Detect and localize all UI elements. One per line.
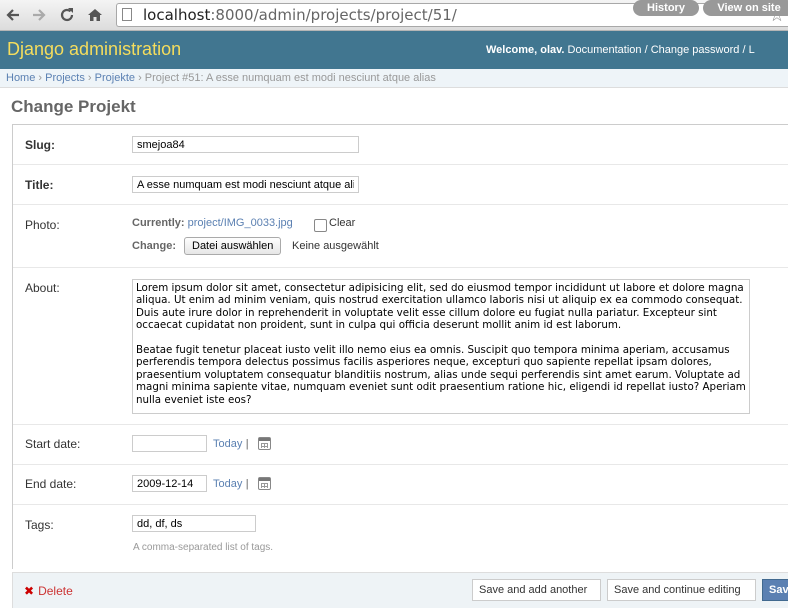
- slug-input[interactable]: [132, 136, 359, 153]
- delete-link[interactable]: ✖ Delete: [24, 584, 73, 598]
- about-textarea[interactable]: Lorem ipsum dolor sit amet, consectetur …: [132, 279, 750, 414]
- breadcrumb: Home › Projects › Projekte › Project #51…: [0, 69, 788, 88]
- breadcrumb-separator: ›: [35, 72, 46, 84]
- tags-input[interactable]: [132, 515, 256, 532]
- history-button[interactable]: History: [633, 0, 699, 16]
- breadcrumb-separator: ›: [135, 72, 145, 84]
- change-label: Change:: [132, 240, 176, 252]
- shortcut-separator: |: [245, 438, 249, 450]
- breadcrumb-projekte[interactable]: Projekte: [95, 72, 135, 84]
- form-row-about: About: Lorem ipsum dolor sit amet, conse…: [13, 268, 788, 425]
- end-date-shortcuts: Today |: [213, 476, 249, 490]
- form-row-title: Title:: [13, 165, 788, 205]
- documentation-link[interactable]: Documentation: [568, 44, 642, 56]
- user-tools: Welcome, olav. Documentation / Change pa…: [486, 44, 755, 56]
- about-label: About:: [25, 281, 60, 295]
- page-title: Change Projekt: [11, 97, 136, 116]
- welcome-text: Welcome,: [486, 44, 541, 56]
- end-date-today-link[interactable]: Today: [213, 478, 242, 490]
- current-photo-link[interactable]: project/IMG_0033.jpg: [188, 217, 293, 229]
- photo-label: Photo:: [25, 218, 60, 232]
- separator: /: [641, 44, 651, 56]
- breadcrumb-separator: ›: [84, 72, 95, 84]
- start-date-today-link[interactable]: Today: [213, 438, 242, 450]
- admin-header: Django administration Welcome, olav. Doc…: [0, 31, 788, 69]
- breadcrumb-current: Project #51: A esse numquam est modi nes…: [144, 72, 436, 84]
- slug-label: Slug:: [25, 138, 55, 152]
- no-file-text: Keine ausgewählt: [292, 240, 379, 252]
- start-date-input[interactable]: [132, 435, 207, 452]
- start-date-shortcuts: Today |: [213, 436, 249, 450]
- save-button[interactable]: Save: [762, 579, 788, 601]
- username: olav.: [540, 44, 565, 56]
- delete-label: Delete: [38, 584, 73, 598]
- form-row-tags: Tags: A comma-separated list of tags.: [13, 505, 788, 568]
- choose-file-button[interactable]: Datei auswählen: [184, 237, 282, 255]
- separator: /: [739, 44, 749, 56]
- page-icon: [122, 8, 132, 21]
- form-row-start-date: Start date: Today |: [13, 425, 788, 465]
- reload-icon[interactable]: [56, 4, 78, 26]
- view-on-site-button[interactable]: View on site: [703, 0, 788, 16]
- home-icon[interactable]: [84, 4, 106, 26]
- start-date-label: Start date:: [25, 437, 81, 451]
- shortcut-separator: |: [245, 478, 249, 490]
- log-out-link[interactable]: L: [749, 44, 755, 56]
- breadcrumb-projects[interactable]: Projects: [45, 72, 85, 84]
- title-input[interactable]: [132, 176, 359, 193]
- url-text: localhost:8000/admin/projects/project/51…: [143, 5, 457, 25]
- save-and-add-another-button[interactable]: Save and add another: [472, 579, 601, 601]
- end-date-calendar-icon[interactable]: [258, 477, 271, 490]
- clear-checkbox[interactable]: [314, 219, 327, 232]
- delete-x-icon: ✖: [24, 584, 35, 598]
- form-row-end-date: End date: Today |: [13, 465, 788, 505]
- photo-current: Currently: project/IMG_0033.jpg: [132, 217, 293, 229]
- url-host: localhost: [143, 6, 211, 24]
- currently-label: Currently:: [132, 217, 185, 229]
- save-and-continue-button[interactable]: Save and continue editing: [607, 579, 756, 601]
- tags-help-text: A comma-separated list of tags.: [133, 542, 274, 553]
- url-path: :8000/admin/projects/project/51/: [210, 6, 457, 24]
- form-row-photo: Photo: Currently: project/IMG_0033.jpg C…: [13, 205, 788, 268]
- forward-arrow-icon[interactable]: [28, 4, 50, 26]
- back-arrow-icon[interactable]: [2, 4, 24, 26]
- form-row-slug: Slug:: [13, 125, 788, 165]
- start-date-calendar-icon[interactable]: [258, 437, 271, 450]
- submit-row: ✖ Delete Save and add another Save and co…: [12, 572, 788, 608]
- change-form: Slug: Title: Photo: Currently: project/I…: [12, 124, 788, 569]
- clear-label: Clear: [329, 217, 356, 229]
- end-date-label: End date:: [25, 477, 77, 491]
- title-label: Title:: [25, 178, 54, 192]
- change-password-link[interactable]: Change password: [651, 44, 740, 56]
- tags-label: Tags:: [25, 518, 54, 532]
- site-branding[interactable]: Django administration: [7, 39, 181, 60]
- end-date-input[interactable]: [132, 475, 207, 492]
- breadcrumb-home[interactable]: Home: [6, 72, 35, 84]
